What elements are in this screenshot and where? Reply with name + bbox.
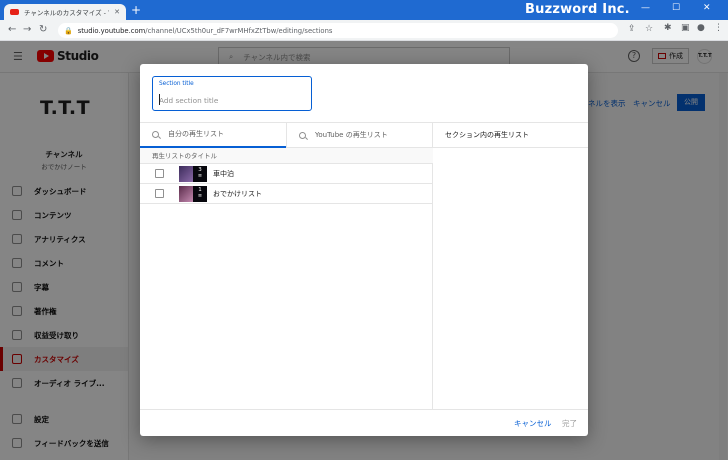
youtube-playlists-search[interactable]: YouTube の再生リスト xyxy=(287,122,433,148)
youtube-favicon-icon xyxy=(10,9,19,15)
my-playlists-search[interactable]: 自分の再生リスト xyxy=(140,122,286,148)
thumbnail-image xyxy=(179,185,193,202)
browser-tab[interactable]: チャンネルのカスタマイズ - YouTube S ✕ xyxy=(4,4,126,20)
back-icon[interactable]: ← xyxy=(8,24,16,35)
playlist-picker-pane: 自分の再生リスト YouTube の再生リスト 再生リストのタイトル 3 ≡ 車中… xyxy=(140,122,433,409)
maximize-icon[interactable]: ☐ xyxy=(672,3,680,13)
side-panel-icon[interactable]: ▣ xyxy=(681,23,690,33)
bookmark-star-icon[interactable]: ☆ xyxy=(645,24,653,34)
playlist-list-header: 再生リストのタイトル xyxy=(140,148,433,164)
playlist-count-badge: 1 ≡ xyxy=(193,185,207,202)
dialog-cancel-button[interactable]: キャンセル xyxy=(514,418,552,429)
thumbnail-image xyxy=(179,165,193,182)
dialog-done-button[interactable]: 完了 xyxy=(562,418,577,429)
playlist-title: おでかけリスト xyxy=(213,189,262,198)
window-close-icon[interactable]: ✕ xyxy=(703,3,711,13)
share-icon[interactable]: ⇪ xyxy=(628,24,636,34)
forward-icon[interactable]: → xyxy=(23,24,31,35)
add-playlists-section-dialog: Section title 自分の再生リスト YouTube の再生リスト 再生… xyxy=(140,64,588,436)
section-title-label: Section title xyxy=(159,81,194,87)
minimize-icon[interactable]: — xyxy=(641,3,650,13)
playlist-thumbnail: 1 ≡ xyxy=(179,185,207,202)
close-tab-icon[interactable]: ✕ xyxy=(114,8,120,16)
browser-titlebar: チャンネルのカスタマイズ - YouTube S ✕ + Buzzword In… xyxy=(0,0,728,20)
playlist-search-tabs: 自分の再生リスト YouTube の再生リスト xyxy=(140,122,433,148)
extensions-icon[interactable]: ✱ xyxy=(664,23,672,33)
selected-playlists-pane: セクション内の再生リスト xyxy=(433,122,588,409)
browser-toolbar: ← → ↻ 🔒 studio.youtube.com/channel/UCx5t… xyxy=(0,20,728,41)
dialog-footer: キャンセル 完了 xyxy=(140,409,588,436)
text-caret xyxy=(159,94,160,105)
playlist-checkbox[interactable] xyxy=(155,169,164,178)
playlist-checkbox[interactable] xyxy=(155,189,164,198)
new-tab-button[interactable]: + xyxy=(131,4,141,16)
reload-icon[interactable]: ↻ xyxy=(39,24,47,35)
address-bar[interactable]: 🔒 studio.youtube.com/channel/UCx5th0ur_d… xyxy=(58,23,618,38)
url-text: studio.youtube.com/channel/UCx5th0ur_dF7… xyxy=(77,26,333,35)
lock-icon: 🔒 xyxy=(64,26,73,35)
browser-menu-icon[interactable]: ⋮ xyxy=(714,23,723,33)
selected-playlists-header: セクション内の再生リスト xyxy=(433,122,588,148)
section-title-input[interactable] xyxy=(159,94,304,106)
playlist-row[interactable]: 1 ≡ おでかけリスト xyxy=(140,184,433,204)
my-playlists-search-placeholder: 自分の再生リスト xyxy=(168,130,224,138)
tab-title: チャンネルのカスタマイズ - YouTube S xyxy=(24,9,109,17)
playlist-thumbnail: 3 ≡ xyxy=(179,165,207,182)
playlist-icon: ≡ xyxy=(197,192,203,199)
playlist-row[interactable]: 3 ≡ 車中泊 xyxy=(140,164,433,184)
profile-icon[interactable]: ● xyxy=(697,23,705,33)
watermark-text: Buzzword Inc. xyxy=(525,2,630,17)
playlist-icon: ≡ xyxy=(197,172,203,179)
playlist-count-badge: 3 ≡ xyxy=(193,165,207,182)
section-title-field[interactable]: Section title xyxy=(152,76,312,111)
playlist-title: 車中泊 xyxy=(213,169,234,178)
search-icon xyxy=(299,131,306,139)
search-icon xyxy=(152,130,159,138)
youtube-playlists-search-placeholder: YouTube の再生リスト xyxy=(315,131,388,139)
